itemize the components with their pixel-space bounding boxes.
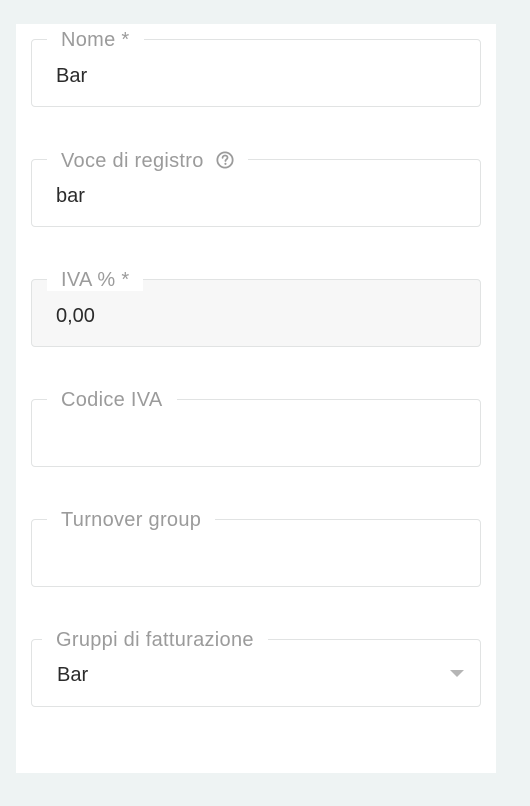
- voce-di-registro-field[interactable]: Voce di registro: [31, 151, 481, 227]
- codice-iva-field[interactable]: Codice IVA: [31, 390, 481, 467]
- nome-field[interactable]: Nome *: [31, 30, 481, 107]
- turnover-group-label: Turnover group: [47, 510, 216, 531]
- iva-input: [56, 305, 456, 328]
- gruppi-di-fatturazione-label: Gruppi di fatturazione: [42, 630, 268, 651]
- question-circle-icon[interactable]: [216, 151, 234, 169]
- iva-field: IVA % *: [31, 270, 481, 347]
- chevron-down-icon[interactable]: [450, 670, 464, 677]
- iva-label: IVA % *: [47, 270, 144, 291]
- voce-di-registro-input[interactable]: [56, 185, 456, 208]
- nome-label: Nome *: [47, 30, 144, 51]
- form-panel: Nome * Voce di registro IVA % * Codice I…: [16, 24, 496, 773]
- turnover-group-input[interactable]: [56, 545, 456, 568]
- codice-iva-input[interactable]: [56, 425, 456, 448]
- gruppi-di-fatturazione-select[interactable]: Gruppi di fatturazione Bar: [31, 630, 481, 707]
- voce-di-registro-label: Voce di registro: [61, 150, 204, 172]
- nome-input[interactable]: [56, 65, 456, 88]
- gruppi-di-fatturazione-value: Bar: [57, 664, 89, 686]
- voce-di-registro-label-wrap: Voce di registro: [47, 151, 248, 171]
- codice-iva-label: Codice IVA: [47, 390, 177, 411]
- turnover-group-field[interactable]: Turnover group: [31, 510, 481, 587]
